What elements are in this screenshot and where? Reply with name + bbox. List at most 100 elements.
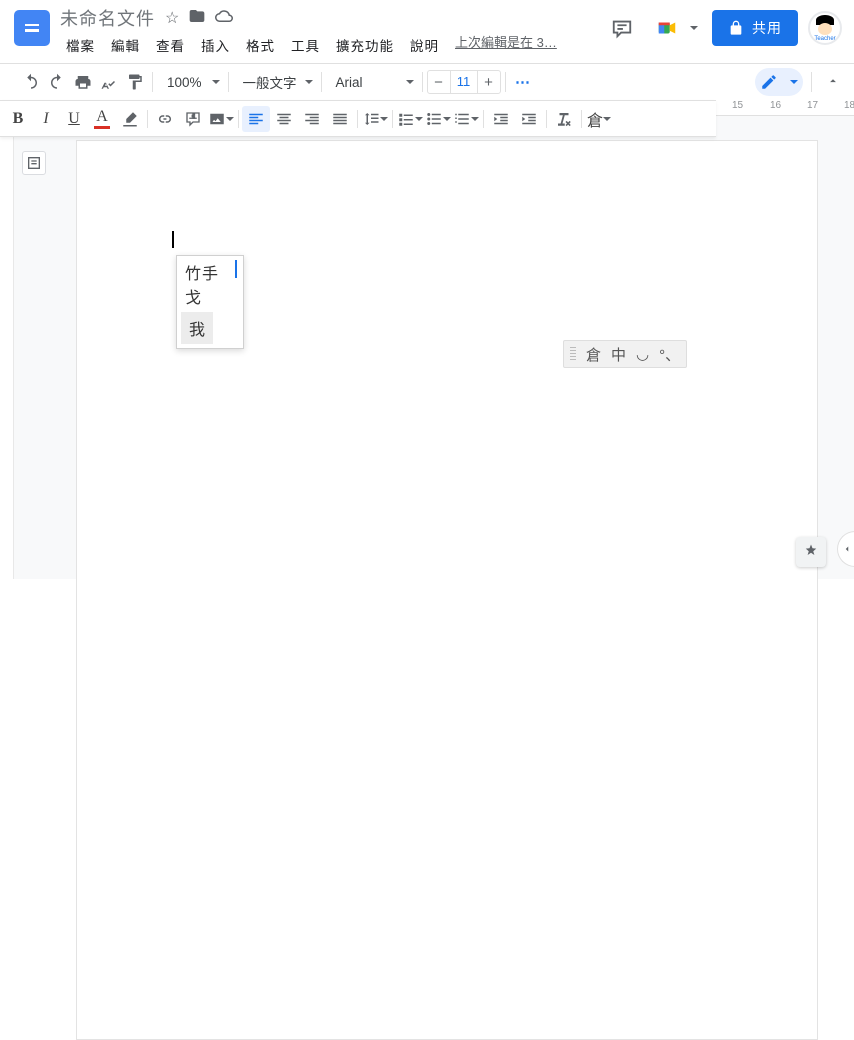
drag-handle-icon[interactable] — [570, 347, 576, 361]
move-icon[interactable] — [189, 8, 205, 29]
input-method-button[interactable]: 倉 — [585, 106, 613, 132]
zoom-combo[interactable]: 100% — [157, 69, 224, 95]
zoom-value: 100% — [167, 75, 202, 90]
outline-button[interactable] — [22, 151, 46, 175]
indent-increase-button[interactable] — [515, 106, 543, 132]
separator — [321, 72, 322, 92]
ime-candidate[interactable]: 我 — [181, 312, 213, 344]
menu-insert[interactable]: 插入 — [195, 32, 236, 58]
editing-mode-button[interactable] — [755, 68, 803, 96]
menu-edit[interactable]: 編輯 — [105, 32, 146, 58]
separator — [422, 72, 423, 92]
insert-link-button[interactable] — [151, 106, 179, 132]
ime-composition: 竹手戈 — [177, 256, 243, 312]
account-avatar[interactable]: Teacher — [808, 11, 842, 45]
ime-popup: 竹手戈 我 — [176, 255, 244, 349]
line-spacing-button[interactable] — [361, 106, 389, 132]
bullet-list-button[interactable] — [424, 106, 452, 132]
align-right-button[interactable] — [298, 106, 326, 132]
spellcheck-button[interactable] — [96, 69, 122, 95]
text-color-button[interactable]: A — [88, 106, 116, 132]
dropdown-icon — [603, 117, 611, 125]
menu-bar: 檔案 編輯 查看 插入 格式 工具 擴充功能 說明 上次編輯是在 3… — [60, 32, 557, 58]
vertical-ruler[interactable] — [0, 116, 14, 579]
undo-button[interactable] — [18, 69, 44, 95]
side-panel-toggle[interactable] — [837, 531, 854, 567]
input-method-label: 倉 — [587, 107, 603, 131]
cloud-status-icon[interactable] — [215, 7, 233, 30]
checklist-button[interactable] — [396, 106, 424, 132]
more-button[interactable]: ⋯ — [510, 69, 536, 95]
pencil-icon — [760, 73, 778, 91]
align-justify-button[interactable] — [326, 106, 354, 132]
separator — [811, 72, 812, 92]
menu-file[interactable]: 檔案 — [60, 32, 101, 58]
highlight-button[interactable] — [116, 106, 144, 132]
bold-button[interactable]: B — [4, 106, 32, 132]
share-button[interactable]: 共用 — [712, 10, 798, 46]
share-label: 共用 — [752, 18, 782, 38]
redo-button[interactable] — [44, 69, 70, 95]
app-header: 未命名文件 ☆ 檔案 編輯 查看 插入 格式 工具 擴充功能 說明 上次編輯是在… — [0, 0, 854, 63]
outline-icon — [26, 155, 42, 171]
print-button[interactable] — [70, 69, 96, 95]
ime-shape-toggle[interactable]: ◡ — [636, 345, 649, 363]
format-toolbar: B I U A 倉 — [0, 100, 716, 137]
separator — [505, 72, 506, 92]
menu-view[interactable]: 查看 — [150, 32, 191, 58]
dropdown-icon — [471, 117, 479, 125]
underline-button[interactable]: U — [60, 106, 88, 132]
main-toolbar: 100% 一般文字 Arial − 11 + ⋯ — [0, 63, 854, 100]
ruler-tick: 15 — [732, 100, 743, 111]
text-cursor — [172, 231, 174, 248]
explore-icon — [802, 543, 820, 561]
lock-icon — [728, 20, 744, 36]
numbered-list-button[interactable] — [452, 106, 480, 132]
ime-punct-toggle[interactable]: °、 — [659, 344, 680, 365]
ruler-tick: 18 — [844, 100, 854, 111]
menu-format[interactable]: 格式 — [240, 32, 281, 58]
align-left-button[interactable] — [242, 106, 270, 132]
font-size-decrease[interactable]: − — [428, 74, 450, 91]
explore-button[interactable] — [796, 537, 826, 567]
menu-ext[interactable]: 擴充功能 — [330, 32, 400, 58]
title-area: 未命名文件 ☆ 檔案 編輯 查看 插入 格式 工具 擴充功能 說明 上次編輯是在… — [60, 6, 557, 58]
font-combo[interactable]: Arial — [326, 69, 418, 95]
align-center-button[interactable] — [270, 106, 298, 132]
comments-icon[interactable] — [604, 10, 640, 46]
docs-logo[interactable] — [14, 10, 50, 46]
font-size-value[interactable]: 11 — [450, 71, 478, 93]
document-title[interactable]: 未命名文件 — [60, 5, 155, 31]
menu-help[interactable]: 說明 — [404, 32, 445, 58]
collapse-toolbar-button[interactable] — [820, 74, 846, 91]
font-value: Arial — [336, 75, 363, 90]
insert-comment-button[interactable] — [179, 106, 207, 132]
star-icon[interactable]: ☆ — [165, 8, 179, 28]
ruler-tick: 17 — [807, 100, 818, 111]
ime-fullwidth-toggle[interactable]: 中 — [611, 344, 626, 365]
dropdown-icon — [790, 80, 798, 88]
dropdown-icon — [443, 117, 451, 125]
paint-format-button[interactable] — [122, 69, 148, 95]
separator — [581, 110, 582, 128]
separator — [238, 110, 239, 128]
meet-button[interactable] — [650, 10, 702, 46]
menu-tools[interactable]: 工具 — [285, 32, 326, 58]
chevron-left-icon — [842, 544, 852, 554]
separator — [228, 72, 229, 92]
ruler-tick: 16 — [770, 100, 781, 111]
ime-mode-cangjie[interactable]: 倉 — [586, 344, 601, 365]
styles-combo[interactable]: 一般文字 — [233, 69, 317, 95]
font-size-control: − 11 + — [427, 70, 501, 94]
dropdown-icon — [380, 117, 388, 125]
ime-toolbar[interactable]: 倉 中 ◡ °、 — [563, 340, 687, 368]
italic-button[interactable]: I — [32, 106, 60, 132]
font-size-increase[interactable]: + — [478, 74, 500, 91]
dropdown-icon — [690, 26, 698, 34]
meet-icon — [656, 17, 678, 39]
indent-decrease-button[interactable] — [487, 106, 515, 132]
last-edit-link[interactable]: 上次編輯是在 3… — [455, 32, 557, 58]
clear-formatting-button[interactable] — [550, 106, 578, 132]
dropdown-icon — [415, 117, 423, 125]
insert-image-button[interactable] — [207, 106, 235, 132]
